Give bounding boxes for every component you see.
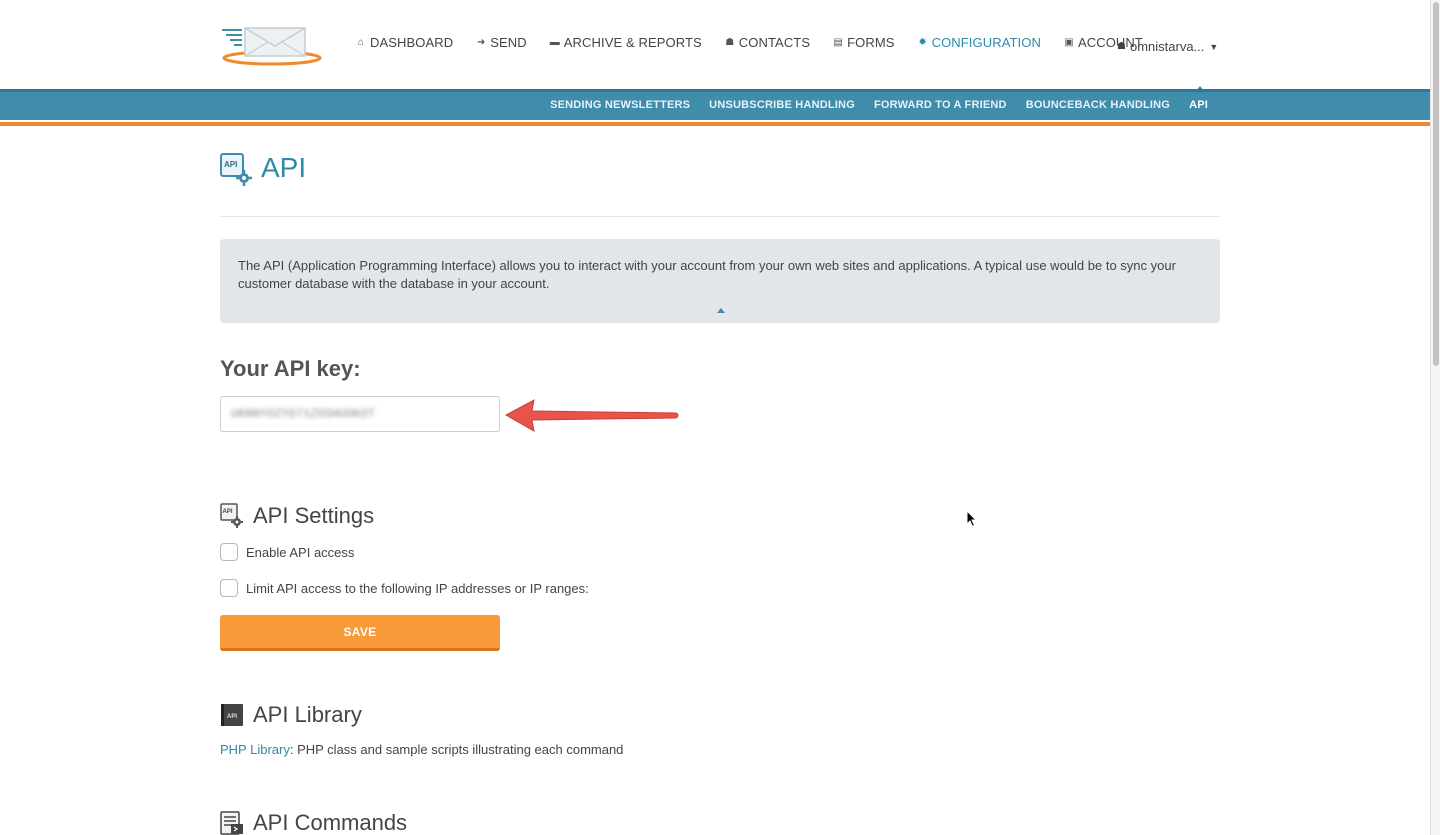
logo-icon[interactable] [220, 22, 322, 66]
library-description: PHP Library: PHP class and sample script… [220, 742, 623, 757]
api-settings-heading: API API Settings [220, 503, 374, 529]
send-arrow-icon: ➜ [477, 37, 486, 48]
limit-ip-label: Limit API access to the following IP add… [246, 580, 589, 596]
user-menu[interactable]: ☗ omnistarva... ▼ [1117, 39, 1218, 54]
folder-icon: ▬ [549, 37, 560, 48]
api-commands-heading: API Commands [220, 810, 407, 835]
user-name: omnistarva... [1129, 39, 1205, 54]
page-header: API API [220, 150, 306, 186]
scrollbar-thumb[interactable] [1433, 2, 1439, 366]
subnav-unsubscribe-handling[interactable]: UNSUBSCRIBE HANDLING [709, 99, 855, 111]
nav-label: CONTACTS [738, 35, 811, 50]
limit-ip-checkbox[interactable] [220, 579, 238, 597]
save-button[interactable]: SAVE [220, 615, 500, 651]
nav-label: ARCHIVE & REPORTS [563, 35, 702, 50]
nav-dashboard[interactable]: ⌂ DASHBOARD [355, 35, 453, 50]
subnav-api[interactable]: API [1189, 99, 1208, 111]
api-settings-icon: API [220, 153, 252, 186]
nav-label: SEND [490, 35, 527, 50]
mouse-cursor-icon [966, 510, 978, 528]
subnav-bounceback-handling[interactable]: BOUNCEBACK HANDLING [1026, 99, 1170, 111]
sub-nav-bar: SENDING NEWSLETTERS UNSUBSCRIBE HANDLING… [0, 89, 1430, 120]
nav-forms[interactable]: ▤ FORMS [832, 35, 894, 50]
nav-configuration[interactable]: ✹ CONFIGURATION [917, 35, 1041, 50]
nav-label: DASHBOARD [370, 35, 454, 50]
svg-text:API: API [224, 160, 237, 169]
user-icon: ☗ [1117, 41, 1126, 52]
scrollbar[interactable] [1430, 0, 1440, 835]
api-key-value: UKNNYOZYD71ZOSHUOKOT [231, 407, 376, 421]
info-box: The API (Application Programming Interfa… [220, 239, 1220, 323]
page-title: API [261, 152, 307, 183]
api-library-book-icon: API [221, 704, 243, 726]
top-header: ⌂ DASHBOARD ➜ SEND ▬ ARCHIVE & REPORTS ☗ CON… [0, 0, 1430, 92]
main-nav: ⌂ DASHBOARD ➜ SEND ▬ ARCHIVE & REPORTS ☗ CON… [355, 35, 1165, 50]
chevron-down-icon: ▼ [1209, 41, 1219, 52]
person-icon: ☗ [725, 37, 735, 48]
info-text: The API (Application Programming Interfa… [238, 258, 1176, 291]
nav-archive-reports[interactable]: ▬ ARCHIVE & REPORTS [549, 35, 702, 50]
library-description-text: : PHP class and sample scripts illustrat… [289, 742, 624, 757]
api-settings-title: API Settings [253, 503, 375, 528]
svg-text:API: API [227, 714, 237, 720]
nav-contacts[interactable]: ☗ CONTACTS [724, 35, 810, 50]
form-icon: ▤ [833, 37, 843, 48]
nav-label: FORMS [847, 35, 895, 50]
enable-api-checkbox[interactable] [220, 543, 238, 561]
sub-nav-accent-stripe [0, 120, 1430, 126]
sub-nav: SENDING NEWSLETTERS UNSUBSCRIBE HANDLING… [531, 99, 1208, 111]
api-library-heading: API API Library [220, 702, 362, 728]
limit-ip-row: Limit API access to the following IP add… [220, 579, 589, 597]
collapse-toggle-icon[interactable] [717, 308, 725, 313]
header-divider [220, 216, 1220, 217]
api-key-label: Your API key: [220, 356, 361, 381]
enable-api-label: Enable API access [246, 544, 355, 560]
subnav-forward-to-a-friend[interactable]: FORWARD TO A FRIEND [874, 99, 1007, 111]
nav-label: CONFIGURATION [931, 35, 1041, 50]
api-settings-gear-icon: API [220, 503, 243, 528]
api-commands-list-icon [220, 811, 243, 835]
php-library-link[interactable]: PHP Library [220, 742, 290, 757]
account-icon: ▣ [1064, 37, 1074, 48]
api-library-title: API Library [253, 702, 362, 727]
enable-api-row: Enable API access [220, 543, 354, 561]
home-icon: ⌂ [357, 37, 365, 48]
svg-text:API: API [223, 509, 233, 515]
api-commands-title: API Commands [253, 810, 408, 835]
red-arrow-annotation-icon [504, 399, 679, 432]
subnav-sending-newsletters[interactable]: SENDING NEWSLETTERS [550, 99, 690, 111]
gear-icon: ✹ [918, 37, 927, 48]
api-key-field[interactable]: UKNNYOZYD71ZOSHUOKOT [220, 396, 500, 432]
nav-send[interactable]: ➜ SEND [475, 35, 527, 50]
